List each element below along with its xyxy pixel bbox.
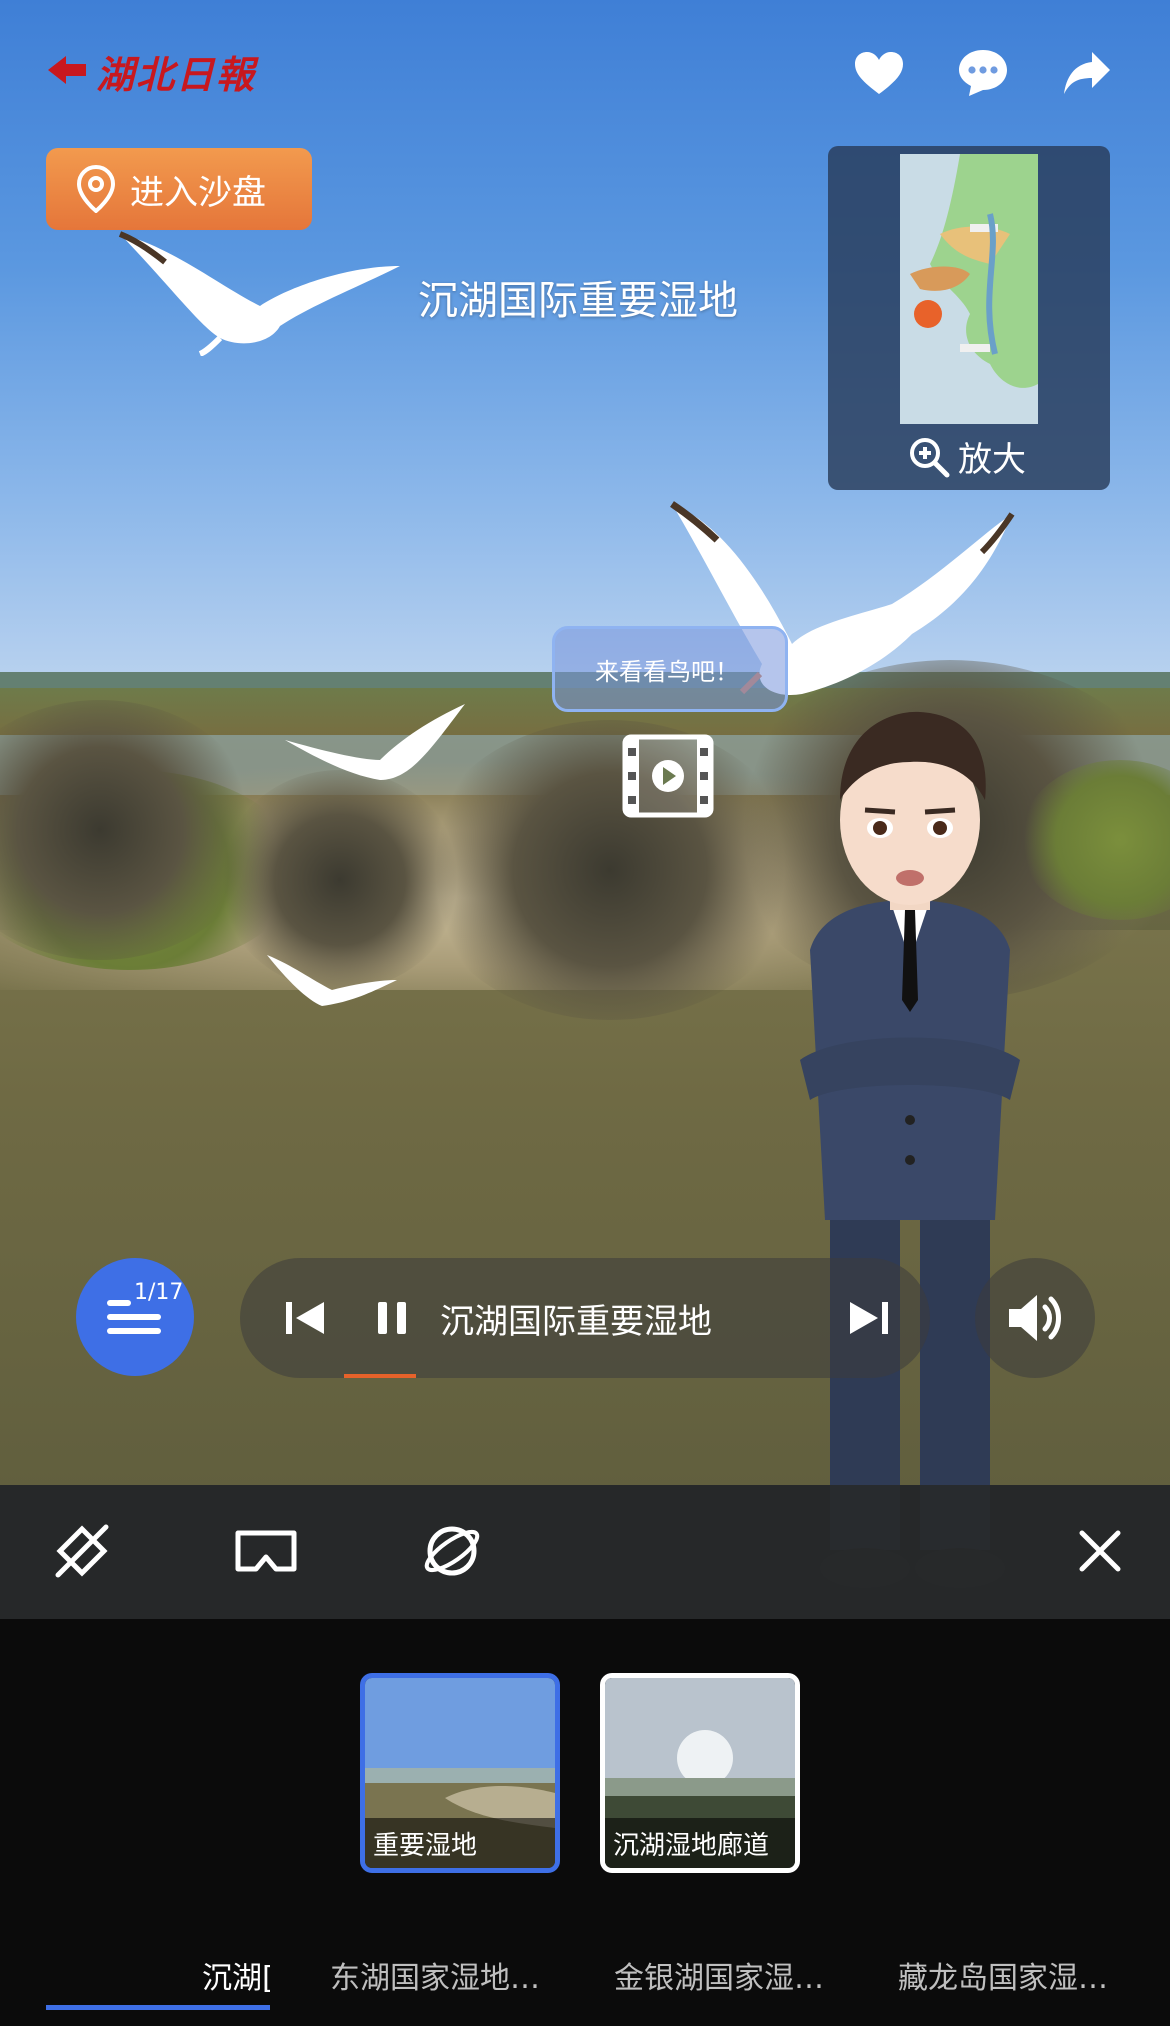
logo-mark-icon <box>48 56 86 84</box>
minimap-image <box>900 154 1038 424</box>
gyroscope-off-icon <box>55 1524 109 1578</box>
logo-text: 湖北日報 <box>96 51 257 97</box>
progress-indicator[interactable] <box>344 1374 416 1378</box>
vr-mode-button[interactable] <box>230 1515 302 1587</box>
tab-jinyinhu[interactable]: 金银湖国家湿… <box>614 1953 834 1997</box>
gyroscope-off-button[interactable] <box>46 1515 118 1587</box>
tab-chenhu[interactable]: 沉湖[ <box>202 1953 270 1997</box>
scene-title: 沉湖国际重要湿地 <box>418 278 738 324</box>
close-button[interactable] <box>1064 1515 1136 1587</box>
minimap[interactable]: 放大 <box>828 146 1110 490</box>
share-button[interactable] <box>1054 40 1120 106</box>
comment-button[interactable] <box>950 40 1016 106</box>
vr-glasses-icon <box>235 1530 297 1572</box>
top-actions <box>846 40 1120 106</box>
thumbnail-caption: 重要湿地 <box>365 1818 555 1868</box>
next-icon[interactable] <box>840 1290 896 1346</box>
playlist-count: 1/17 <box>134 1280 184 1305</box>
wetland-map-illustration <box>900 154 1038 424</box>
share-icon <box>1064 52 1110 94</box>
bird-watching-hotspot[interactable]: 来看看鸟吧！ <box>552 626 788 712</box>
scene-selector-panel: 重要湿地 沉湖湿地廊道 沉湖[ 东湖国家湿地… 金银湖国家湿… 藏龙岛国家湿… <box>0 1619 1170 2026</box>
enter-sandbox-button[interactable]: 进入沙盘 <box>46 148 312 230</box>
previous-icon[interactable] <box>278 1290 334 1346</box>
comment-icon <box>959 50 1007 96</box>
video-hotspot-icon[interactable] <box>622 734 714 818</box>
seagull <box>267 955 397 1006</box>
logo: 湖北日報 <box>44 46 257 97</box>
thumbnail-caption: 沉湖湿地廊道 <box>605 1818 795 1868</box>
bottom-toolbar <box>0 1485 1170 1619</box>
minimap-zoom-button[interactable]: 放大 <box>908 432 1026 481</box>
active-tab-indicator <box>46 2005 270 2010</box>
seagull <box>285 704 465 780</box>
scene-thumbnail[interactable]: 沉湖湿地廊道 <box>600 1673 800 1873</box>
seagull <box>118 231 400 356</box>
little-planet-button[interactable] <box>416 1515 488 1587</box>
tab-donghu[interactable]: 东湖国家湿地… <box>330 1953 550 1997</box>
close-icon <box>1079 1530 1121 1572</box>
speaker-icon <box>1009 1295 1061 1341</box>
virtual-host-avatar <box>800 711 1020 1588</box>
tab-canglongdao[interactable]: 藏龙岛国家湿… <box>898 1953 1118 1997</box>
track-title: 沉湖国际重要湿地 <box>440 1302 712 1342</box>
planet-icon <box>424 1526 480 1576</box>
enter-sandbox-label: 进入沙盘 <box>130 172 266 213</box>
category-tabs: 沉湖[ 东湖国家湿地… 金银湖国家湿… 藏龙岛国家湿… <box>0 1939 1170 2010</box>
heart-icon <box>855 52 903 94</box>
zoom-in-icon <box>910 437 950 477</box>
pause-icon[interactable] <box>372 1294 412 1342</box>
like-button[interactable] <box>846 40 912 106</box>
playlist-button[interactable] <box>76 1258 194 1376</box>
audio-player: 沉湖国际重要湿地 <box>240 1258 930 1378</box>
zoom-label: 放大 <box>958 440 1026 480</box>
location-pin-icon <box>76 165 116 213</box>
hotspot-label: 来看看鸟吧！ <box>595 657 739 686</box>
volume-button[interactable] <box>975 1258 1095 1378</box>
scene-thumbnail[interactable]: 重要湿地 <box>360 1673 560 1873</box>
